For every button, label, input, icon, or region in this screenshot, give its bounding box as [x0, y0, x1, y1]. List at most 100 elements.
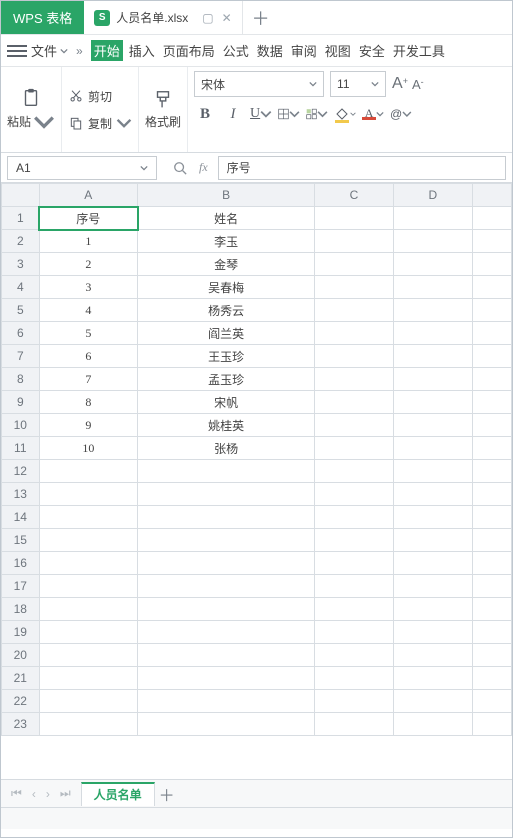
decrease-font-button[interactable]: A- [412, 77, 424, 92]
cell[interactable] [138, 575, 315, 598]
cell[interactable] [472, 207, 511, 230]
italic-button[interactable]: I [222, 103, 244, 125]
cell[interactable]: 8 [39, 391, 137, 414]
cell[interactable] [393, 690, 472, 713]
cell[interactable] [472, 690, 511, 713]
tab-data[interactable]: 数据 [255, 40, 285, 61]
cell[interactable]: 5 [39, 322, 137, 345]
cell[interactable] [315, 414, 394, 437]
border-button[interactable] [278, 103, 300, 125]
cell[interactable] [39, 690, 137, 713]
cell[interactable] [472, 322, 511, 345]
cell[interactable] [315, 483, 394, 506]
cell[interactable]: 杨秀云 [138, 299, 315, 322]
cell[interactable] [39, 483, 137, 506]
cell[interactable] [315, 506, 394, 529]
cell[interactable] [39, 552, 137, 575]
more-icon[interactable]: » [72, 44, 87, 58]
search-icon[interactable] [173, 161, 187, 175]
cell[interactable] [315, 690, 394, 713]
cell[interactable] [39, 575, 137, 598]
tab-dev-tools[interactable]: 开发工具 [391, 40, 447, 61]
cell[interactable] [472, 345, 511, 368]
cell[interactable] [393, 414, 472, 437]
cell[interactable]: 金琴 [138, 253, 315, 276]
cell[interactable] [39, 598, 137, 621]
cell[interactable]: 10 [39, 437, 137, 460]
cell[interactable] [472, 299, 511, 322]
cell[interactable]: 孟玉珍 [138, 368, 315, 391]
phonetic-button[interactable]: @ [390, 103, 412, 125]
cell[interactable] [315, 230, 394, 253]
cell[interactable] [472, 575, 511, 598]
row-header[interactable]: 23 [2, 713, 40, 736]
name-box[interactable]: A1 [7, 156, 157, 180]
cell[interactable] [393, 460, 472, 483]
cell[interactable] [393, 598, 472, 621]
row-header[interactable]: 10 [2, 414, 40, 437]
cell[interactable]: 6 [39, 345, 137, 368]
cell[interactable] [39, 667, 137, 690]
row-header[interactable]: 9 [2, 391, 40, 414]
cell[interactable]: 姓名 [138, 207, 315, 230]
fill-color-button[interactable] [334, 103, 356, 125]
cell[interactable] [393, 483, 472, 506]
tab-insert[interactable]: 插入 [127, 40, 157, 61]
sheet-tab-active[interactable]: 人员名单 [81, 782, 155, 806]
column-header[interactable]: D [393, 184, 472, 207]
document-tab[interactable]: S 人员名单.xlsx ▢ ✕ [84, 1, 242, 34]
cell[interactable] [393, 437, 472, 460]
bold-button[interactable]: B [194, 103, 216, 125]
row-header[interactable]: 4 [2, 276, 40, 299]
cut-button[interactable]: 剪切 [68, 88, 132, 105]
prev-sheet-button[interactable]: ‹ [32, 787, 36, 801]
cell[interactable] [472, 230, 511, 253]
row-header[interactable]: 3 [2, 253, 40, 276]
column-header[interactable] [472, 184, 511, 207]
cell[interactable]: 7 [39, 368, 137, 391]
tab-formulas[interactable]: 公式 [221, 40, 251, 61]
copy-button[interactable]: 复制 [68, 115, 132, 132]
spreadsheet-grid[interactable]: ABCD1序号姓名21李玉32金琴43吴春梅54杨秀云65阎兰英76王玉珍87孟… [1, 183, 512, 779]
cell[interactable] [472, 598, 511, 621]
cell[interactable] [315, 598, 394, 621]
cell[interactable]: 姚桂英 [138, 414, 315, 437]
next-sheet-button[interactable]: › [46, 787, 50, 801]
cell[interactable] [393, 575, 472, 598]
cell[interactable]: 1 [39, 230, 137, 253]
cell[interactable] [393, 207, 472, 230]
row-header[interactable]: 6 [2, 322, 40, 345]
cell[interactable] [315, 621, 394, 644]
cell[interactable] [393, 230, 472, 253]
cell[interactable] [393, 253, 472, 276]
cell[interactable] [393, 345, 472, 368]
cell[interactable] [39, 460, 137, 483]
tab-page-layout[interactable]: 页面布局 [161, 40, 217, 61]
tab-security[interactable]: 安全 [357, 40, 387, 61]
cell[interactable] [39, 713, 137, 736]
add-sheet-button[interactable]: ＋ [155, 782, 179, 806]
row-header[interactable]: 14 [2, 506, 40, 529]
cell[interactable] [39, 644, 137, 667]
cell[interactable] [138, 552, 315, 575]
cell[interactable] [315, 345, 394, 368]
cell[interactable] [138, 483, 315, 506]
paste-button[interactable]: 粘贴 [7, 87, 55, 133]
cell[interactable] [472, 437, 511, 460]
column-header[interactable]: B [138, 184, 315, 207]
column-header[interactable]: C [315, 184, 394, 207]
cell[interactable]: 王玉珍 [138, 345, 315, 368]
select-all-corner[interactable] [2, 184, 40, 207]
tab-menu-icon[interactable]: ▢ [202, 11, 213, 25]
cell[interactable]: 4 [39, 299, 137, 322]
cell[interactable] [472, 253, 511, 276]
cell[interactable] [315, 644, 394, 667]
cell[interactable] [315, 368, 394, 391]
cell[interactable] [472, 460, 511, 483]
cell[interactable] [472, 414, 511, 437]
cell[interactable] [138, 506, 315, 529]
underline-button[interactable]: U [250, 103, 272, 125]
cell[interactable] [393, 322, 472, 345]
cell[interactable] [393, 552, 472, 575]
cell[interactable] [315, 299, 394, 322]
